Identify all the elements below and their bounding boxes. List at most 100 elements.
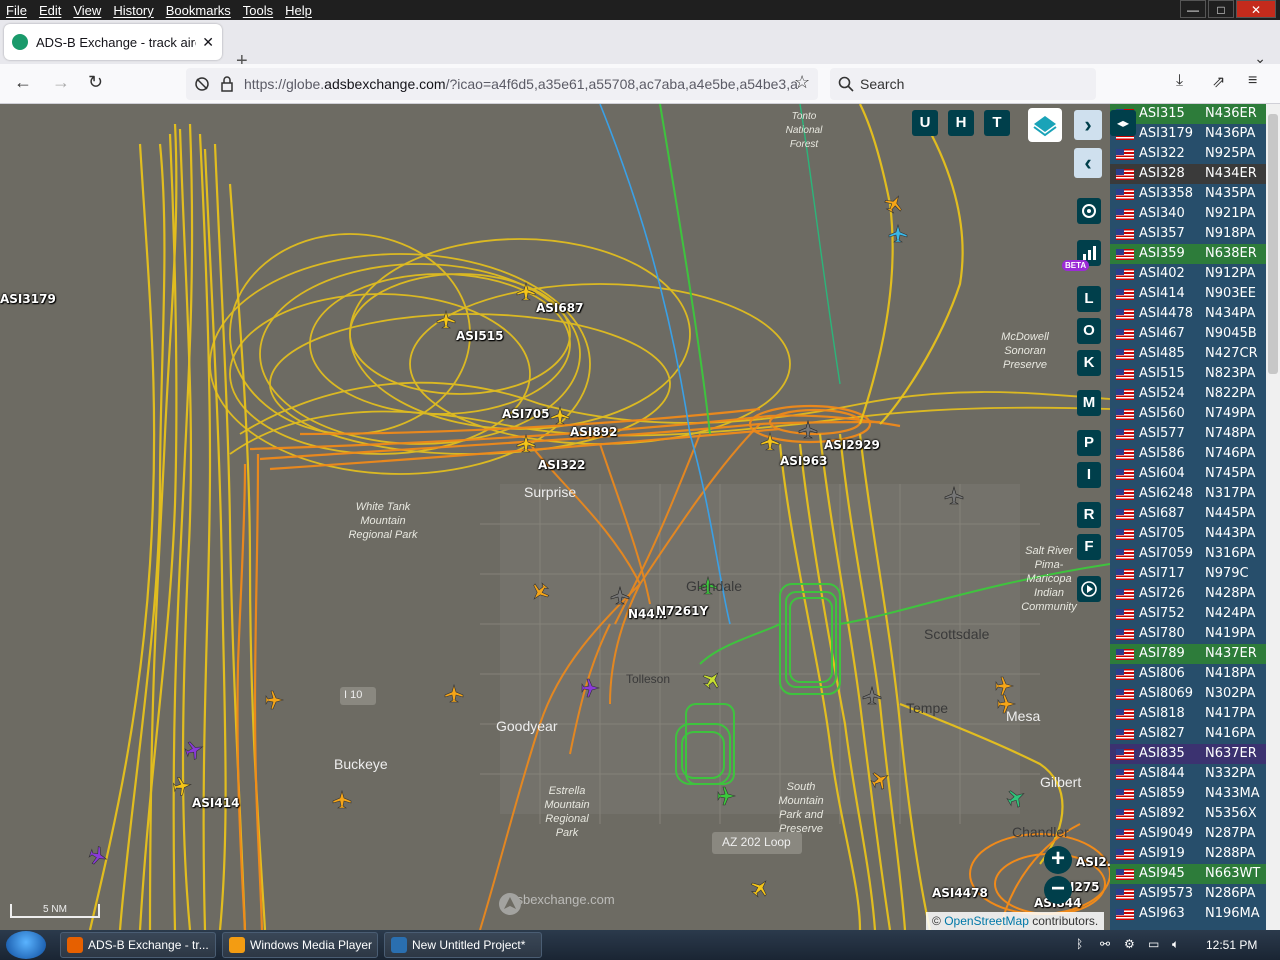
aircraft-label[interactable]: ASI3179 (0, 292, 56, 306)
toolbar-h-button[interactable]: H (948, 110, 974, 136)
menu-help[interactable]: Help (279, 3, 318, 18)
menu-history[interactable]: History (107, 3, 159, 18)
expand-sidebar-button[interactable]: ‹ (1074, 148, 1102, 178)
close-window-button[interactable]: ✕ (1236, 0, 1276, 18)
toggle-p-button[interactable]: P (1077, 430, 1101, 456)
menu-tools[interactable]: Tools (237, 3, 279, 18)
resize-panel-button[interactable]: ◂▸ (1110, 110, 1136, 136)
settings-button[interactable] (1077, 198, 1101, 224)
menu-edit[interactable]: Edit (33, 3, 67, 18)
clock[interactable]: 12:51 PM (1206, 938, 1257, 952)
toggle-k-button[interactable]: K (1077, 350, 1101, 376)
url-bar[interactable]: https://globe. adsbexchange.com/?icao=a4f… (186, 68, 818, 100)
aircraft-row[interactable]: ASI726 N428PA (1110, 584, 1266, 604)
zoom-in-button[interactable]: + (1044, 846, 1072, 874)
aircraft-row[interactable]: ASI818 N417PA (1110, 704, 1266, 724)
aircraft-row[interactable]: ASI604 N745PA (1110, 464, 1266, 484)
tracking-protection-icon[interactable] (194, 76, 210, 92)
aircraft-row[interactable]: ASI7059 N316PA (1110, 544, 1266, 564)
maximize-button[interactable]: □ (1208, 0, 1234, 18)
downloads-icon[interactable]: ⤓ (1176, 72, 1183, 90)
aircraft-row[interactable]: ASI835 N637ER (1110, 744, 1266, 764)
aircraft-row[interactable]: ASI4478 N434PA (1110, 304, 1266, 324)
aircraft-label[interactable]: ASI2929 (824, 438, 880, 452)
monitor-icon[interactable]: ▭ (1148, 937, 1159, 951)
toggle-r-button[interactable]: R (1077, 502, 1101, 528)
aircraft-label[interactable]: ASI515 (456, 329, 503, 343)
replay-button[interactable] (1077, 576, 1101, 602)
aircraft-row[interactable]: ASI340 N921PA (1110, 204, 1266, 224)
osm-link[interactable]: OpenStreetMap (944, 914, 1029, 928)
aircraft-row[interactable]: ASI8069 N302PA (1110, 684, 1266, 704)
aircraft-row[interactable]: ASI328 N434ER (1110, 164, 1266, 184)
aircraft-label[interactable]: ASI414 (192, 796, 239, 810)
aircraft-label[interactable]: ASI892 (570, 425, 617, 439)
aircraft-row[interactable]: ASI945 N663WT (1110, 864, 1266, 884)
search-input[interactable]: Search (830, 68, 1096, 100)
menu-view[interactable]: View (67, 3, 107, 18)
steam-icon[interactable]: ⚙ (1124, 937, 1135, 951)
aircraft-row[interactable]: ASI752 N424PA (1110, 604, 1266, 624)
aircraft-row[interactable]: ASI806 N418PA (1110, 664, 1266, 684)
toggle-o-button[interactable]: O (1077, 318, 1101, 344)
map-view[interactable]: ASI3179 ASI687 ASI515 ASI705 ASI892 ASI3… (0, 104, 1110, 930)
aircraft-row[interactable]: ASI827 N416PA (1110, 724, 1266, 744)
lock-icon[interactable] (220, 76, 234, 92)
aircraft-row[interactable]: ASI859 N433MA (1110, 784, 1266, 804)
aircraft-label[interactable]: ASI963 (780, 454, 827, 468)
aircraft-row[interactable]: ASI9049 N287PA (1110, 824, 1266, 844)
aircraft-row[interactable]: ASI515 N823PA (1110, 364, 1266, 384)
aircraft-label[interactable]: N7261Y (656, 604, 708, 618)
tab-adsb[interactable]: ADS-B Exchange - track aircraft ✕ (4, 24, 222, 60)
aircraft-row[interactable]: ASI586 N746PA (1110, 444, 1266, 464)
task-project[interactable]: New Untitled Project* (384, 932, 542, 958)
toggle-i-button[interactable]: I (1077, 462, 1101, 488)
back-button[interactable]: ← (14, 72, 32, 93)
aircraft-row[interactable]: ASI919 N288PA (1110, 844, 1266, 864)
toggle-m-button[interactable]: M (1077, 390, 1101, 416)
aircraft-row[interactable]: ASI414 N903EE (1110, 284, 1266, 304)
menu-bookmarks[interactable]: Bookmarks (160, 3, 237, 18)
close-tab-icon[interactable]: ✕ (202, 34, 214, 51)
toggle-l-button[interactable]: L (1077, 286, 1101, 312)
aircraft-row[interactable]: ASI844 N332PA (1110, 764, 1266, 784)
layers-button[interactable] (1028, 108, 1062, 142)
aircraft-row[interactable]: ASI322 N925PA (1110, 144, 1266, 164)
aircraft-row[interactable]: ASI6248 N317PA (1110, 484, 1266, 504)
aircraft-row[interactable]: ASI359 N638ER (1110, 244, 1266, 264)
minimize-button[interactable]: — (1180, 0, 1206, 18)
aircraft-row[interactable]: ASI577 N748PA (1110, 424, 1266, 444)
app-menu-icon[interactable]: ≡ (1248, 72, 1257, 90)
reload-button[interactable]: ↻ (88, 72, 103, 93)
aircraft-row[interactable]: ASI780 N419PA (1110, 624, 1266, 644)
list-scrollbar[interactable] (1266, 104, 1280, 930)
toggle-f-button[interactable]: F (1077, 534, 1101, 560)
aircraft-row[interactable]: ASI717 N979C (1110, 564, 1266, 584)
toolbar-u-button[interactable]: U (912, 110, 938, 136)
toolbar-t-button[interactable]: T (984, 110, 1010, 136)
aircraft-row[interactable]: ASI789 N437ER (1110, 644, 1266, 664)
collapse-sidebar-button[interactable]: › (1074, 110, 1102, 140)
aircraft-label[interactable]: I275 (1070, 880, 1100, 894)
aircraft-row[interactable]: ASI402 N912PA (1110, 264, 1266, 284)
task-firefox[interactable]: ADS-B Exchange - tr... (60, 932, 216, 958)
aircraft-row[interactable]: ASI485 N427CR (1110, 344, 1266, 364)
network-icon[interactable]: ⚯ (1100, 937, 1110, 951)
aircraft-row[interactable]: ASI560 N749PA (1110, 404, 1266, 424)
zoom-out-button[interactable]: − (1044, 876, 1072, 904)
aircraft-row[interactable]: ASI892 N5356X (1110, 804, 1266, 824)
menu-file[interactable]: File (0, 3, 33, 18)
aircraft-label[interactable]: ASI705 (502, 407, 549, 421)
aircraft-row[interactable]: ASI705 N443PA (1110, 524, 1266, 544)
scrollbar-thumb[interactable] (1268, 114, 1278, 374)
aircraft-row[interactable]: ASI467 N9045B (1110, 324, 1266, 344)
aircraft-label[interactable]: ASI322 (538, 458, 585, 472)
aircraft-row[interactable]: ASI3358 N435PA (1110, 184, 1266, 204)
bluetooth-icon[interactable]: ᛒ (1076, 937, 1083, 951)
aircraft-row[interactable]: ASI687 N445PA (1110, 504, 1266, 524)
aircraft-label[interactable]: ASI687 (536, 301, 583, 315)
task-media-player[interactable]: Windows Media Player (222, 932, 378, 958)
aircraft-row[interactable]: ASI357 N918PA (1110, 224, 1266, 244)
volume-icon[interactable]: 🔈︎ (1172, 937, 1179, 952)
aircraft-row[interactable]: ASI524 N822PA (1110, 384, 1266, 404)
